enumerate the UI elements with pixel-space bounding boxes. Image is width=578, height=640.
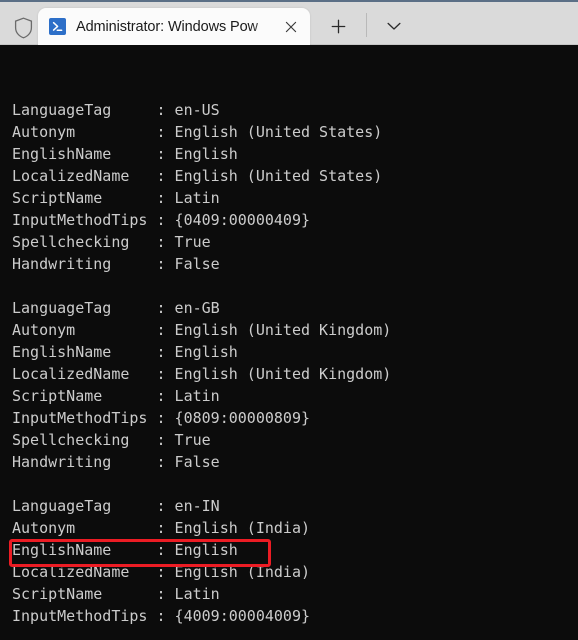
terminal-line: ScriptName : Latin <box>12 585 220 603</box>
terminal-line: InputMethodTips : {0409:00000409} <box>12 211 311 229</box>
terminal-line: LanguageTag : en-IN <box>12 497 220 515</box>
new-tab-button[interactable] <box>322 11 354 41</box>
title-bar: Administrator: Windows Pow <box>0 0 578 45</box>
terminal-line: Spellchecking : True <box>12 233 211 251</box>
terminal-line: EnglishName : English <box>12 541 238 559</box>
powershell-window: Administrator: Windows Pow LanguageTag :… <box>0 0 578 640</box>
terminal-line: EnglishName : English <box>12 145 238 163</box>
close-icon[interactable] <box>276 12 306 42</box>
plus-icon <box>331 19 345 33</box>
shield-icon <box>8 13 38 43</box>
terminal-line: Autonym : English (United States) <box>12 123 383 141</box>
terminal-line: EnglishName : English <box>12 343 238 361</box>
titlebar-accent-line <box>0 0 578 2</box>
terminal-line: ScriptName : Latin <box>12 189 220 207</box>
terminal-line: LocalizedName : English (United Kingdom) <box>12 365 392 383</box>
terminal-line: LocalizedName : English (India) <box>12 563 311 581</box>
terminal-line: Handwriting : False <box>12 255 220 273</box>
terminal-line: InputMethodTips : {4009:00004009} <box>12 607 311 625</box>
terminal-line: Autonym : English (United Kingdom) <box>12 321 392 339</box>
terminal-line: LanguageTag : en-GB <box>12 299 220 317</box>
chevron-down-icon <box>387 22 401 30</box>
terminal-line: LocalizedName : English (United States) <box>12 167 383 185</box>
tab-dropdown-button[interactable] <box>378 11 410 41</box>
terminal-line: Autonym : English (India) <box>12 519 311 537</box>
tab-title: Administrator: Windows Pow <box>76 18 258 35</box>
terminal-line: Spellchecking : True <box>12 431 211 449</box>
powershell-icon <box>49 18 66 35</box>
terminal-line: LanguageTag : en-US <box>12 101 220 119</box>
tabbar-divider <box>366 13 367 37</box>
terminal-line: Handwriting : False <box>12 453 220 471</box>
terminal-line: ScriptName : Latin <box>12 387 220 405</box>
terminal-output: LanguageTag : en-US Autonym : English (Un… <box>12 99 391 627</box>
terminal-body[interactable]: LanguageTag : en-US Autonym : English (Un… <box>0 45 578 640</box>
terminal-line: InputMethodTips : {0809:00000809} <box>12 409 311 427</box>
tab-powershell[interactable]: Administrator: Windows Pow <box>38 8 310 45</box>
